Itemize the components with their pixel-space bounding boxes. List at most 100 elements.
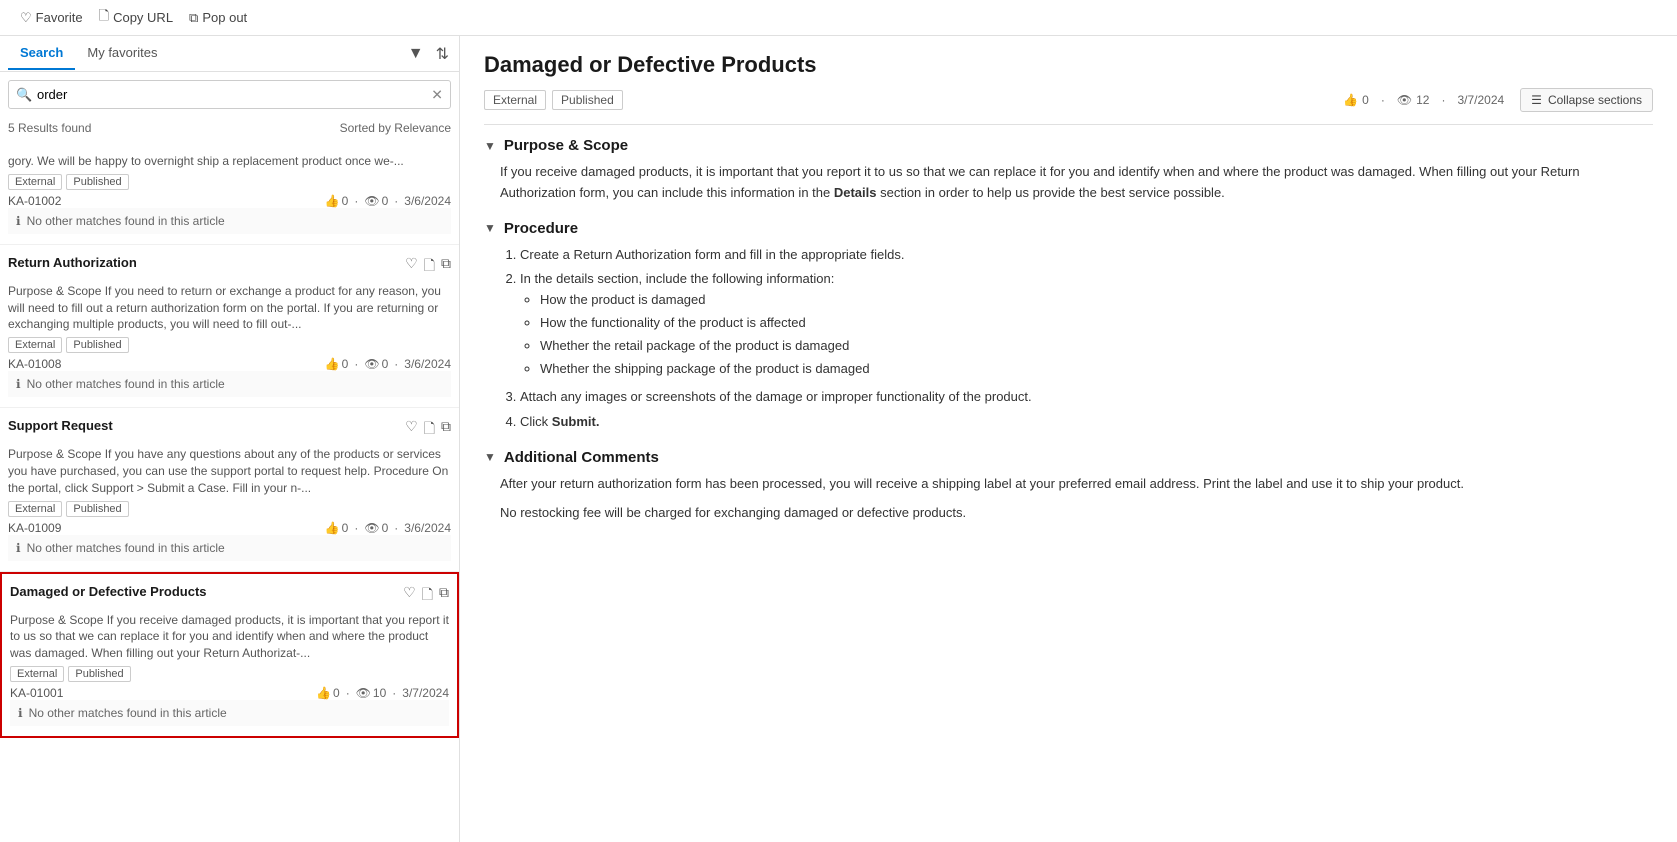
copy-url-button[interactable]: 🗋 Copy URL xyxy=(99,7,173,29)
sub-item-3: Whether the retail package of the produc… xyxy=(540,336,1653,357)
no-match-notice: ℹ No other matches found in this article xyxy=(8,371,451,397)
collapse-icon: ☰ xyxy=(1531,93,1542,107)
result-header: Support Request ♡ 🗋 ⧉ xyxy=(8,418,451,442)
tab-favorites[interactable]: My favorites xyxy=(75,37,169,70)
popout-result-icon[interactable]: ⧉ xyxy=(441,418,451,442)
result-stats: 👍 0 · 👁 0 · 3/6/2024 xyxy=(325,194,451,208)
favorite-result-icon[interactable]: ♡ xyxy=(403,584,416,608)
result-title[interactable]: Return Authorization xyxy=(8,255,137,270)
collapse-label: Collapse sections xyxy=(1548,93,1642,107)
popout-icon: ⧉ xyxy=(189,10,198,26)
procedure-step-1: Create a Return Authorization form and f… xyxy=(520,245,1653,266)
result-footer: KA-01001 👍 0 · 👁 10 · 3/7/2024 xyxy=(10,686,449,700)
section-additional: ▼ Additional Comments After your return … xyxy=(484,449,1653,524)
sub-item-2: How the functionality of the product is … xyxy=(540,313,1653,334)
result-actions: ♡ 🗋 ⧉ xyxy=(405,255,451,279)
procedure-list: Create a Return Authorization form and f… xyxy=(500,245,1653,433)
heart-icon: ♡ xyxy=(20,10,32,26)
tag-external: External xyxy=(8,501,62,517)
popout-button[interactable]: ⧉ Pop out xyxy=(189,10,247,26)
article-divider xyxy=(484,124,1653,125)
views-stat: 👁 10 xyxy=(356,686,387,700)
info-icon: ℹ xyxy=(16,541,21,555)
results-meta: 5 Results found Sorted by Relevance xyxy=(0,117,459,139)
copy-result-icon[interactable]: 🗋 xyxy=(424,418,435,442)
article-stats: 👍 0 · 👁 12 · 3/7/2024 xyxy=(1343,93,1504,107)
article-title: Damaged or Defective Products xyxy=(484,52,1653,78)
info-icon: ℹ xyxy=(16,214,21,228)
popout-result-icon[interactable]: ⧉ xyxy=(441,255,451,279)
result-title[interactable]: Support Request xyxy=(8,418,113,433)
copy-result-icon[interactable]: 🗋 xyxy=(424,255,435,279)
likes-stat: 👍 0 xyxy=(325,194,349,208)
result-title[interactable]: Damaged or Defective Products xyxy=(10,584,207,599)
no-match-notice: ℹ No other matches found in this article xyxy=(10,700,449,726)
article-likes: 👍 0 xyxy=(1343,93,1369,107)
tabs: Search My favorites xyxy=(8,37,169,70)
result-snippet: Purpose & Scope If you have any question… xyxy=(8,446,451,496)
result-actions: ♡ 🗋 ⧉ xyxy=(403,584,449,608)
procedure-step-4: Click Submit. xyxy=(520,412,1653,433)
collapse-sections-button[interactable]: ☰ Collapse sections xyxy=(1520,88,1653,112)
likes-stat: 👍 0 xyxy=(325,521,349,535)
result-stats: 👍 0 · 👁 10 · 3/7/2024 xyxy=(316,686,449,700)
section-title-procedure: Procedure xyxy=(504,220,578,237)
list-item: Return Authorization ♡ 🗋 ⧉ Purpose & Sco… xyxy=(0,245,459,408)
likes-stat: 👍 0 xyxy=(325,357,349,371)
result-footer: KA-01002 👍 0 · 👁 0 · 3/6/2024 xyxy=(8,194,451,208)
purpose-paragraph: If you receive damaged products, it is i… xyxy=(500,162,1653,204)
tab-search[interactable]: Search xyxy=(8,37,75,70)
filter-icon[interactable]: ▼ xyxy=(406,43,426,65)
result-date: 3/7/2024 xyxy=(402,686,449,700)
info-icon: ℹ xyxy=(18,706,23,720)
section-content-purpose: If you receive damaged products, it is i… xyxy=(484,162,1653,204)
result-tags: External Published xyxy=(8,337,451,353)
result-footer: KA-01009 👍 0 · 👁 0 · 3/6/2024 xyxy=(8,521,451,535)
popout-label: Pop out xyxy=(202,10,247,25)
popout-result-icon[interactable]: ⧉ xyxy=(439,584,449,608)
result-tags: External Published xyxy=(8,174,451,190)
likes-stat: 👍 0 xyxy=(316,686,340,700)
result-snippet: Purpose & Scope If you receive damaged p… xyxy=(10,612,449,662)
procedure-sub-list: How the product is damaged How the funct… xyxy=(520,290,1653,379)
article-meta-row: External Published 👍 0 · 👁 12 · 3/7/2024… xyxy=(484,88,1653,112)
result-id: KA-01009 xyxy=(8,521,61,535)
favorite-result-icon[interactable]: ♡ xyxy=(405,255,418,279)
result-snippet: Purpose & Scope If you need to return or… xyxy=(8,283,451,333)
article-date: 3/7/2024 xyxy=(1457,93,1504,107)
tag-external: External xyxy=(8,174,62,190)
result-actions: ♡ 🗋 ⧉ xyxy=(405,418,451,442)
clear-search-button[interactable]: ✕ xyxy=(431,86,443,103)
copy-result-icon[interactable]: 🗋 xyxy=(422,584,433,608)
sub-item-1: How the product is damaged xyxy=(540,290,1653,311)
chevron-down-icon: ▼ xyxy=(484,139,496,153)
section-procedure: ▼ Procedure Create a Return Authorizatio… xyxy=(484,220,1653,433)
list-item: Damaged or Defective Products ♡ 🗋 ⧉ Purp… xyxy=(0,572,459,738)
sort-icon[interactable]: ⇅ xyxy=(434,42,451,66)
section-content-additional: After your return authorization form has… xyxy=(484,474,1653,524)
results-list: gory. We will be happy to overnight ship… xyxy=(0,139,459,842)
article-tag-published: Published xyxy=(552,90,623,110)
no-match-notice: ℹ No other matches found in this article xyxy=(8,208,451,234)
section-header-procedure[interactable]: ▼ Procedure xyxy=(484,220,1653,237)
section-content-procedure: Create a Return Authorization form and f… xyxy=(484,245,1653,433)
section-header-purpose[interactable]: ▼ Purpose & Scope xyxy=(484,137,1653,154)
result-id: KA-01002 xyxy=(8,194,61,208)
top-bar: ♡ Favorite 🗋 Copy URL ⧉ Pop out xyxy=(0,0,1677,36)
favorite-result-icon[interactable]: ♡ xyxy=(405,418,418,442)
tag-published: Published xyxy=(66,501,128,517)
tag-published: Published xyxy=(66,174,128,190)
no-match-notice: ℹ No other matches found in this article xyxy=(8,535,451,561)
left-panel: Search My favorites ▼ ⇅ 🔍 ✕ 5 Results fo… xyxy=(0,36,460,842)
result-stats: 👍 0 · 👁 0 · 3/6/2024 xyxy=(325,357,451,371)
favorite-button[interactable]: ♡ Favorite xyxy=(20,10,83,26)
additional-para-1: After your return authorization form has… xyxy=(500,474,1653,495)
procedure-step-3: Attach any images or screenshots of the … xyxy=(520,387,1653,408)
section-header-additional[interactable]: ▼ Additional Comments xyxy=(484,449,1653,466)
list-item: gory. We will be happy to overnight ship… xyxy=(0,139,459,245)
tag-external: External xyxy=(8,337,62,353)
search-input[interactable] xyxy=(8,80,451,109)
section-title-additional: Additional Comments xyxy=(504,449,659,466)
views-stat: 👁 0 xyxy=(364,357,388,371)
search-icon: 🔍 xyxy=(16,87,32,103)
